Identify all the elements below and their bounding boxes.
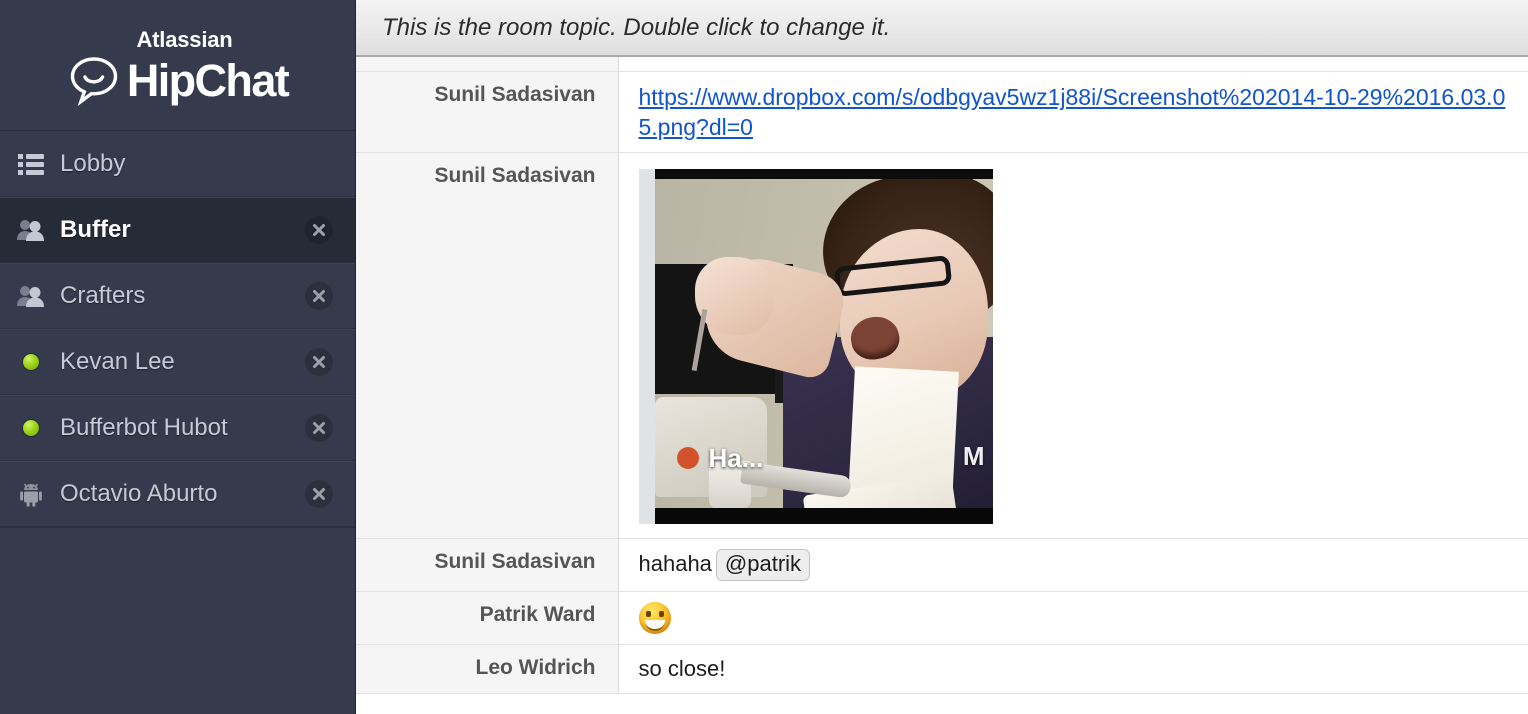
sidebar-item-buffer[interactable]: Buffer [0,197,355,263]
message-author: Sunil Sadasivan [356,538,619,593]
message-author: Patrik Ward [356,591,619,646]
photo-overlay: Ha... [676,442,764,475]
close-icon[interactable] [305,282,333,310]
list-icon [14,153,48,175]
sidebar: Atlassian HipChat Lobby Buffer Crafters … [0,0,356,714]
grinning-face-icon [638,602,671,635]
table-row: Leo Widrich so close! [356,644,1528,694]
photo-corner-text: M [962,440,985,471]
photo-overlay-text: Ha... [708,442,764,473]
sidebar-item-lobby[interactable]: Lobby [0,131,355,197]
speech-bubble-icon [70,57,118,107]
room-topic-bar[interactable]: This is the room topic. Double click to … [356,0,1528,57]
close-icon[interactable] [305,414,333,442]
table-row: Sunil Sadasivan M Ha... [356,152,1528,540]
message-author: Sunil Sadasivan [356,152,619,540]
table-row: Sunil Sadasivan https://www.dropbox.com/… [356,71,1528,154]
message-link[interactable]: https://www.dropbox.com/s/odbgyav5wz1j88… [639,84,1506,140]
android-icon [14,481,48,507]
sidebar-item-kevan-lee[interactable]: Kevan Lee [0,329,355,395]
message-body [618,591,1528,646]
message-author: Leo Widrich [356,644,619,694]
sidebar-item-crafters[interactable]: Crafters [0,263,355,329]
message-body: hahaha @patrik [618,538,1528,593]
group-icon [14,218,48,242]
sidebar-item-bufferbot-hubot[interactable]: Bufferbot Hubot [0,395,355,461]
room-topic-text: This is the room topic. Double click to … [382,13,891,41]
sidebar-item-label: Lobby [60,149,126,177]
group-icon [14,284,48,308]
close-icon[interactable] [305,480,333,508]
brand-logo: Atlassian HipChat [0,0,355,131]
brand-company-name: Atlassian [136,27,233,52]
message-body: so close! [618,644,1528,694]
sidebar-item-label: Kevan Lee [60,348,175,375]
sidebar-empty-space [0,527,355,714]
table-row: Sunil Sadasivan hahaha @patrik [356,538,1528,593]
sidebar-nav: Lobby Buffer Crafters Kevan Lee Bufferbo… [0,131,355,527]
sidebar-item-label: Bufferbot Hubot [60,414,228,441]
presence-available-icon [14,354,48,370]
message-author: Sunil Sadasivan [356,71,619,154]
attachment-thumbnail[interactable]: M Ha... [638,169,993,525]
hipchat-window: Atlassian HipChat Lobby Buffer Crafters … [0,0,1528,714]
sidebar-item-label: Buffer [60,216,131,243]
message-table: Sunil Sadasivan https://www.dropbox.com/… [356,57,1528,694]
sidebar-item-octavio-aburto[interactable]: Octavio Aburto [0,461,355,527]
message-author [356,57,619,72]
table-row [356,57,1528,72]
message-body: M Ha... [618,152,1528,540]
close-icon[interactable] [305,348,333,376]
sidebar-item-label: Crafters [60,282,146,309]
image-attachment[interactable]: M Ha... [638,163,1515,528]
record-dot-icon [676,446,699,469]
photo-content: M Ha... [654,169,993,525]
sidebar-item-label: Octavio Aburto [60,480,218,507]
message-body: https://www.dropbox.com/s/odbgyav5wz1j88… [618,71,1528,154]
table-row: Patrik Ward [356,591,1528,646]
message-body [618,57,1528,72]
mention-chip[interactable]: @patrik [715,549,811,582]
close-icon[interactable] [305,216,333,244]
message-text: hahaha [638,551,712,577]
chat-panel: This is the room topic. Double click to … [356,0,1528,714]
brand-product-name: HipChat [126,54,290,106]
message-list[interactable]: Sunil Sadasivan https://www.dropbox.com/… [356,57,1528,714]
presence-available-icon [14,420,48,436]
